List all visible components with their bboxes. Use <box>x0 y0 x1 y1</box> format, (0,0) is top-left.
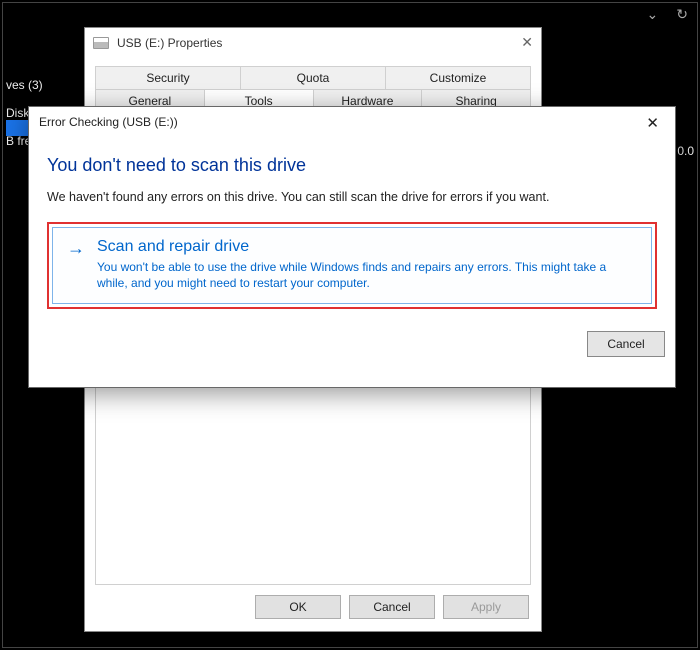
highlight-box: → Scan and repair drive You won't be abl… <box>47 222 657 309</box>
scan-repair-action[interactable]: → Scan and repair drive You won't be abl… <box>52 227 652 304</box>
arrow-right-icon: → <box>67 238 85 259</box>
refresh-icon[interactable]: ↻ <box>676 6 688 23</box>
close-icon[interactable]: ✕ <box>521 34 533 51</box>
properties-buttons: OK Cancel Apply <box>95 585 531 623</box>
tab-security[interactable]: Security <box>96 67 241 90</box>
dialog-title: Error Checking (USB (E:)) <box>39 115 178 129</box>
dialog-cancel-button[interactable]: Cancel <box>587 331 665 357</box>
value-label: 0.0 <box>677 144 694 158</box>
action-description: You won't be able to use the drive while… <box>97 259 637 291</box>
apply-button: Apply <box>443 595 529 619</box>
dialog-titlebar[interactable]: Error Checking (USB (E:)) ✕ <box>29 107 675 137</box>
properties-title: USB (E:) Properties <box>117 36 222 50</box>
drives-count-label: ves (3) <box>6 78 43 92</box>
chevron-down-icon[interactable]: ⌄ <box>647 6 659 23</box>
drive-icon <box>93 37 109 49</box>
dialog-message: We haven't found any errors on this driv… <box>47 190 657 204</box>
tab-customize[interactable]: Customize <box>386 67 530 90</box>
action-title: Scan and repair drive <box>97 238 637 256</box>
dialog-heading: You don't need to scan this drive <box>47 155 657 176</box>
tab-quota[interactable]: Quota <box>241 67 386 90</box>
topbar-icons: ⌄ ↻ <box>647 6 688 23</box>
cancel-button[interactable]: Cancel <box>349 595 435 619</box>
close-icon[interactable]: ✕ <box>640 112 665 134</box>
properties-titlebar[interactable]: USB (E:) Properties ✕ <box>85 28 541 58</box>
ok-button[interactable]: OK <box>255 595 341 619</box>
selection-bar <box>6 120 30 136</box>
error-checking-dialog: Error Checking (USB (E:)) ✕ You don't ne… <box>28 106 676 388</box>
